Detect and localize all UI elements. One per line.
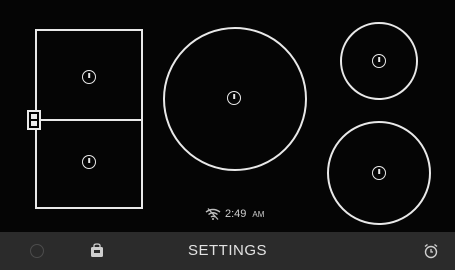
top-right-burner-power-icon[interactable] (372, 54, 386, 68)
cooktop-surface: 2:49 AM (0, 0, 455, 232)
bottom-bar: SETTINGS (0, 232, 455, 270)
clock-time: 2:49 (225, 208, 247, 220)
bridge-toggle-button[interactable] (27, 110, 41, 130)
left-top-zone-power-icon[interactable] (82, 70, 96, 84)
bottom-right-burner-power-icon[interactable] (372, 166, 386, 180)
bridge-zone[interactable] (27, 29, 143, 209)
bridge-divider (37, 119, 141, 121)
status-area: 2:49 AM (205, 206, 264, 222)
left-bottom-zone-power-icon[interactable] (82, 155, 96, 169)
clock-ampm: AM (252, 209, 265, 219)
settings-button[interactable]: SETTINGS (0, 232, 455, 270)
alarm-clock-icon[interactable] (423, 243, 439, 259)
center-burner-power-icon[interactable] (227, 91, 241, 105)
wifi-off-icon (205, 208, 221, 220)
